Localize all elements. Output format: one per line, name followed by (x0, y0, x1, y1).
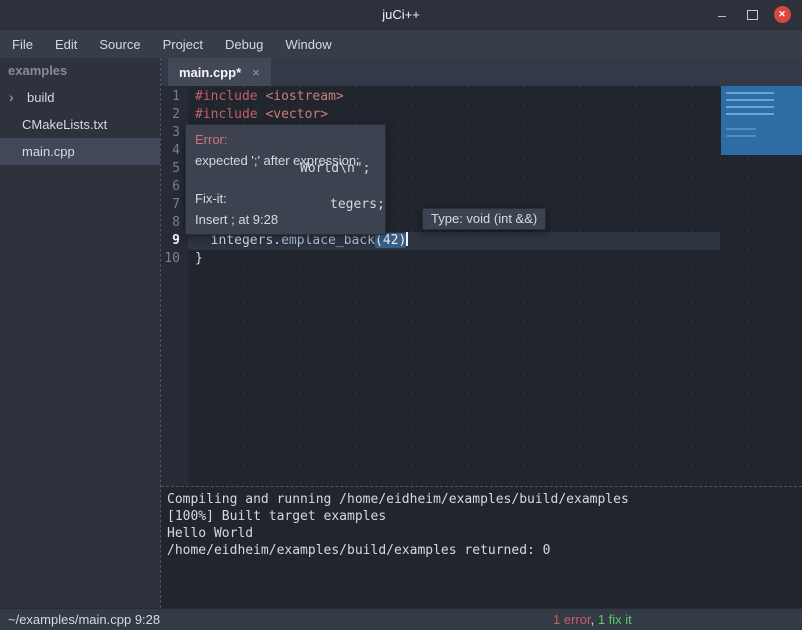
tab-main-cpp[interactable]: main.cpp* × (168, 58, 271, 86)
minimap-code-lines (726, 92, 774, 120)
statusbar: ~/examples/main.cpp 9:28 1 error, 1 fix … (0, 608, 802, 630)
tabstrip: main.cpp* × (161, 58, 802, 86)
menu-item-file[interactable]: File (12, 37, 33, 52)
code-token-function: emplace_back (281, 233, 375, 248)
diagnostic-title: Error: (195, 131, 376, 148)
tree-item-label: main.cpp (22, 144, 75, 159)
line-number: 1 (161, 88, 188, 106)
line-number: 2 (161, 106, 188, 124)
code-text: } (188, 250, 720, 268)
diagnostic-tooltip: Error: expected ';' after expression: Fi… (185, 124, 386, 235)
window-title: juCi++ (0, 0, 802, 29)
file-tree-panel: examples › build CMakeLists.txt main.cpp (0, 58, 160, 608)
tree-item-label: CMakeLists.txt (22, 117, 107, 132)
code-token-bracket: (42) (375, 233, 406, 248)
code-token-plain: integers. (195, 233, 281, 248)
minimize-button[interactable]: – (710, 0, 734, 29)
status-fixit-count: 1 fix it (598, 612, 632, 627)
type-tooltip-text: Type: void (int &&) (431, 211, 537, 226)
minimap-column (720, 86, 802, 486)
code-token-directive: #include (195, 89, 265, 104)
close-icon: ✕ (774, 6, 791, 23)
sidebar-item-build[interactable]: › build (0, 84, 160, 111)
terminal-line: /home/eidheim/examples/build/examples re… (167, 542, 802, 559)
status-file-location: ~/examples/main.cpp 9:28 (8, 609, 160, 630)
code-fragment: World\n"; (300, 160, 370, 178)
tree-item-label: build (27, 90, 54, 105)
sidebar-item-main-cpp[interactable]: main.cpp (0, 138, 160, 165)
menu-item-source[interactable]: Source (99, 37, 140, 52)
project-name-header: examples (0, 58, 160, 84)
line-number: 4 (161, 142, 188, 160)
menubar: File Edit Source Project Debug Window (0, 30, 802, 58)
menu-item-debug[interactable]: Debug (225, 37, 263, 52)
code-editor[interactable]: 1#include <iostream>2#include <vector>34… (161, 86, 802, 486)
tab-label: main.cpp* (179, 65, 241, 80)
juci-window: juCi++ – ✕ File Edit Source Project Debu… (0, 0, 802, 630)
main-panel: main.cpp* × 1#include <iostream>2#includ… (160, 58, 802, 608)
line-number: 8 (161, 214, 188, 232)
line-number: 6 (161, 178, 188, 196)
line-number: 10 (161, 250, 188, 268)
code-text: #include <vector> (188, 106, 720, 124)
line-number: 7 (161, 196, 188, 214)
restore-icon (747, 10, 758, 20)
line-number: 5 (161, 160, 188, 178)
status-diagnostics: 1 error, 1 fix it (553, 609, 632, 630)
code-line-10[interactable]: 10} (161, 250, 720, 268)
titlebar[interactable]: juCi++ – ✕ (0, 0, 802, 30)
code-token-plain: } (195, 251, 203, 266)
code-token-directive: #include (195, 107, 265, 122)
restore-button[interactable] (740, 0, 764, 29)
line-number: 9 (161, 232, 188, 250)
terminal-line: Hello World (167, 525, 802, 542)
sidebar-item-cmakelists-txt[interactable]: CMakeLists.txt (0, 111, 160, 138)
code-line-2[interactable]: 2#include <vector> (161, 106, 720, 124)
terminal-panel[interactable]: Compiling and running /home/eidheim/exam… (161, 486, 802, 608)
code-fragment: tegers; (330, 196, 385, 214)
code-token-header: <vector> (265, 107, 328, 122)
terminal-line: [100%] Built target examples (167, 508, 802, 525)
menu-item-edit[interactable]: Edit (55, 37, 77, 52)
menu-item-window[interactable]: Window (285, 37, 331, 52)
code-line-1[interactable]: 1#include <iostream> (161, 88, 720, 106)
terminal-line: Compiling and running /home/eidheim/exam… (167, 491, 802, 508)
chevron-right-icon[interactable]: › (9, 84, 14, 111)
minimap-viewport[interactable] (721, 86, 802, 155)
code-text: #include <iostream> (188, 88, 720, 106)
status-separator: , (591, 612, 598, 627)
tab-close-icon[interactable]: × (252, 65, 260, 80)
line-number: 3 (161, 124, 188, 142)
menu-item-project[interactable]: Project (163, 37, 203, 52)
text-cursor (406, 232, 408, 246)
type-tooltip: Type: void (int &&) (422, 208, 546, 230)
minimize-icon: – (718, 7, 726, 23)
minimap-code-lines-2 (726, 128, 756, 140)
status-error-count: 1 error (553, 612, 591, 627)
close-button[interactable]: ✕ (768, 0, 796, 29)
code-token-header: <iostream> (265, 89, 343, 104)
